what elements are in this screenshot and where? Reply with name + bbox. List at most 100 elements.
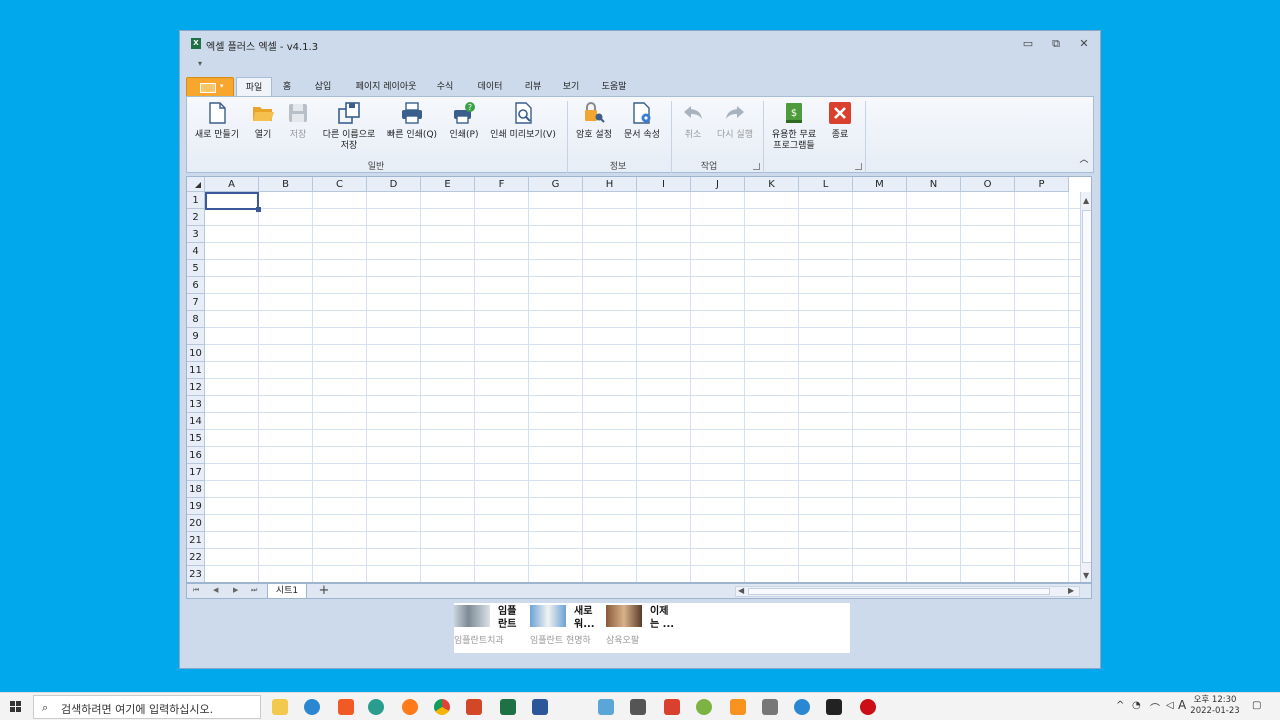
volume-icon[interactable]: ◁ — [1166, 700, 1174, 711]
sticky-notes-icon[interactable] — [826, 699, 842, 715]
vlc-icon[interactable] — [730, 699, 746, 715]
vertical-scroll-thumb[interactable] — [1082, 210, 1091, 563]
row-header[interactable]: 10 — [187, 345, 205, 362]
app-icon[interactable] — [664, 699, 680, 715]
browser-icon[interactable] — [368, 699, 384, 715]
opera-icon[interactable] — [860, 699, 876, 715]
scroll-up-icon[interactable]: ▲ — [1083, 196, 1089, 205]
column-header[interactable]: I — [637, 177, 691, 192]
row-header[interactable]: 12 — [187, 379, 205, 396]
powerpoint-icon[interactable] — [466, 699, 482, 715]
cell-area[interactable] — [205, 192, 1081, 582]
wifi-icon[interactable]: ⌒ — [1150, 700, 1160, 715]
last-sheet-icon[interactable]: ⏭ — [251, 586, 257, 595]
row-header[interactable]: 13 — [187, 396, 205, 413]
tab-insert[interactable]: 삽입 — [308, 77, 338, 97]
row-header[interactable]: 7 — [187, 294, 205, 311]
browser-icon[interactable] — [794, 699, 810, 715]
quick-print-button[interactable]: 빠른 인쇄(Q) — [383, 101, 441, 141]
print-button[interactable]: ? 인쇄(P) — [445, 101, 483, 141]
column-header[interactable]: E — [421, 177, 475, 192]
ime-indicator[interactable]: A — [1178, 698, 1186, 712]
free-programs-button[interactable]: $ 유용한 무료 프로그램들 — [765, 101, 823, 152]
ad-banner[interactable]: 임플 란트 임플란트치과 새로 워... 임플란트 현명하 이제 는 ... 삼육오팔 — [454, 603, 850, 653]
tab-formulas[interactable]: 수식 — [432, 77, 458, 97]
tab-view[interactable]: 보기 — [558, 77, 584, 97]
column-header[interactable]: N — [907, 177, 961, 192]
app-icon[interactable] — [630, 699, 646, 715]
row-header[interactable]: 14 — [187, 413, 205, 430]
tab-home[interactable]: 홈 — [276, 77, 298, 97]
notification-icon[interactable]: ▢ — [1252, 700, 1261, 711]
clock[interactable]: 오후 12:30 2022-01-23 — [1190, 695, 1240, 717]
network-icon[interactable]: ◔ — [1132, 700, 1141, 711]
ad-image[interactable] — [530, 605, 566, 627]
row-header[interactable]: 3 — [187, 226, 205, 243]
selected-cell[interactable] — [205, 192, 261, 212]
redo-button[interactable]: 다시 실행 — [713, 101, 757, 141]
row-header[interactable]: 19 — [187, 498, 205, 515]
brave-icon[interactable] — [338, 699, 354, 715]
row-header[interactable]: 22 — [187, 549, 205, 566]
save-as-button[interactable]: 다른 이름으로 저장 — [317, 101, 381, 152]
undo-button[interactable]: 취소 — [673, 101, 713, 141]
ad-title[interactable]: 이제 는 ... — [650, 605, 674, 631]
scroll-down-icon[interactable]: ▼ — [1083, 571, 1089, 580]
first-sheet-icon[interactable]: ⏮ — [193, 586, 199, 595]
vertical-scrollbar[interactable]: ▲ ▼ — [1080, 192, 1091, 582]
edge-icon[interactable] — [304, 699, 320, 715]
row-header[interactable]: 23 — [187, 566, 205, 582]
add-sheet-button[interactable]: + — [311, 584, 337, 599]
column-header[interactable]: A — [205, 177, 259, 192]
row-header[interactable]: 4 — [187, 243, 205, 260]
row-header[interactable]: 9 — [187, 328, 205, 345]
sheet-tab[interactable]: 시트1 — [267, 584, 307, 599]
tray-chevron-icon[interactable]: ^ — [1116, 700, 1124, 711]
dialog-launcher-icon[interactable] — [753, 163, 760, 170]
column-header[interactable]: B — [259, 177, 313, 192]
restore-button[interactable]: ⧉ — [1046, 36, 1066, 52]
minimize-button[interactable]: ▭ — [1018, 36, 1038, 52]
column-header[interactable]: M — [853, 177, 907, 192]
exit-button[interactable]: 종료 — [823, 101, 857, 141]
open-button[interactable]: 열기 — [247, 101, 279, 141]
app-icon[interactable] — [696, 699, 712, 715]
column-header[interactable]: F — [475, 177, 529, 192]
excel-icon[interactable] — [500, 699, 516, 715]
row-header[interactable]: 11 — [187, 362, 205, 379]
row-header[interactable]: 15 — [187, 430, 205, 447]
firefox-icon[interactable] — [402, 699, 418, 715]
column-header[interactable]: D — [367, 177, 421, 192]
collapse-ribbon-button[interactable]: ︿ — [1077, 155, 1091, 166]
column-header[interactable]: P — [1015, 177, 1069, 192]
column-header[interactable]: L — [799, 177, 853, 192]
tab-data[interactable]: 데이터 — [472, 77, 508, 97]
tab-help[interactable]: 도움말 — [596, 77, 632, 97]
remote-desktop-icon[interactable] — [598, 699, 614, 715]
new-button[interactable]: 새로 만들기 — [189, 101, 245, 141]
column-header[interactable]: H — [583, 177, 637, 192]
ad-title[interactable]: 임플 란트 — [498, 605, 516, 631]
ad-title[interactable]: 새로 워... — [574, 605, 595, 631]
calculator-icon[interactable] — [762, 699, 778, 715]
row-header[interactable]: 17 — [187, 464, 205, 481]
column-header[interactable]: G — [529, 177, 583, 192]
row-header[interactable]: 6 — [187, 277, 205, 294]
password-button[interactable]: 암호 설정 — [571, 101, 617, 141]
scroll-right-icon[interactable]: ▶ — [1068, 586, 1074, 595]
dialog-launcher-icon[interactable] — [855, 163, 862, 170]
column-header[interactable]: O — [961, 177, 1015, 192]
column-header[interactable]: J — [691, 177, 745, 192]
file-explorer-icon[interactable] — [272, 699, 288, 715]
app-menu-button[interactable]: ▾ — [186, 77, 234, 97]
horizontal-scrollbar[interactable]: ◀ ▶ — [735, 586, 1080, 597]
word-icon[interactable] — [532, 699, 548, 715]
save-button[interactable]: 저장 — [283, 101, 313, 141]
select-all-button[interactable] — [187, 177, 205, 192]
row-header[interactable]: 1 — [187, 192, 205, 209]
ad-image[interactable] — [606, 605, 642, 627]
print-preview-button[interactable]: 인쇄 미리보기(V) — [485, 101, 561, 141]
taskbar-search-input[interactable]: ⌕ 검색하려면 여기에 입력하십시오. — [33, 695, 261, 719]
close-button[interactable]: ✕ — [1074, 36, 1094, 52]
tab-review[interactable]: 리뷰 — [520, 77, 546, 97]
